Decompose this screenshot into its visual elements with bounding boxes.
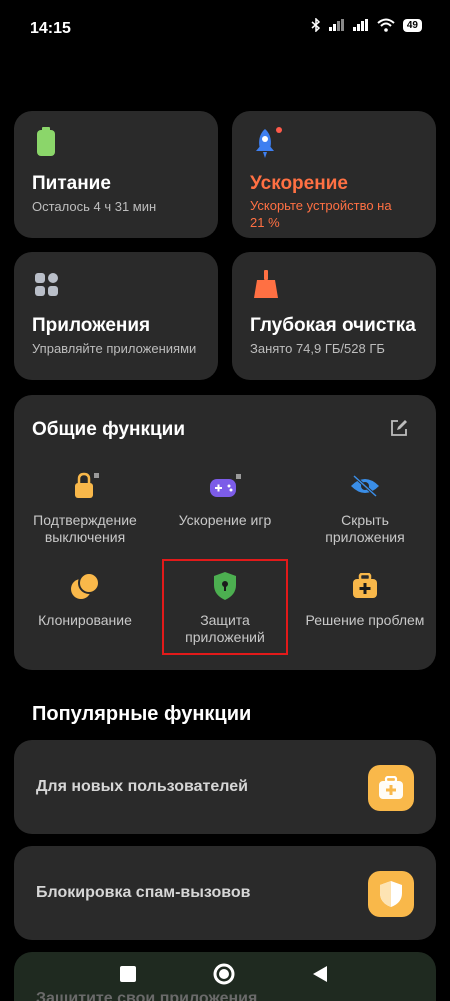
feature-game-boost[interactable]: Ускорение игр xyxy=(155,466,295,529)
signal-icon-2 xyxy=(352,19,368,31)
broom-icon xyxy=(254,270,278,298)
feature-label-line1: Ускорение игр xyxy=(178,512,272,528)
apps-card[interactable]: Приложения Управляйте приложениями xyxy=(14,252,218,380)
wifi-icon xyxy=(377,18,395,32)
deep-clean-card[interactable]: Глубокая очистка Занято 74,9 ГБ/528 ГБ xyxy=(232,252,436,380)
battery-icon xyxy=(37,127,55,156)
status-time: 14:15 xyxy=(30,20,71,37)
medkit-icon xyxy=(353,573,377,598)
signal-icon xyxy=(328,19,344,31)
popular-functions-title: Популярные функции xyxy=(32,703,252,725)
power-title: Питание xyxy=(32,173,111,194)
power-subtitle: Осталось 4 ч 31 мин xyxy=(32,199,157,214)
gamepad-icon xyxy=(210,474,241,497)
eye-hidden-icon xyxy=(351,474,379,498)
feature-label-line1: Скрыть xyxy=(341,512,389,528)
shield-icon xyxy=(368,871,414,917)
deep-clean-title: Глубокая очистка xyxy=(250,315,416,336)
edit-icon[interactable] xyxy=(390,419,408,437)
apps-title: Приложения xyxy=(32,315,151,336)
rocket-icon xyxy=(256,127,282,158)
highlight-box xyxy=(162,559,288,655)
feature-shutdown-confirm[interactable]: Подтверждение выключения xyxy=(15,466,155,546)
clone-coins-icon xyxy=(71,572,100,599)
bluetooth-icon xyxy=(311,18,320,32)
feature-hide-apps[interactable]: Скрыть приложения xyxy=(295,466,435,546)
boost-title: Ускорение xyxy=(250,173,348,194)
popular-label: Для новых пользователей xyxy=(36,778,248,795)
popular-spam-block[interactable]: Блокировка спам-вызовов xyxy=(14,846,436,940)
lock-icon xyxy=(75,472,99,498)
battery-indicator: 49 xyxy=(402,18,422,32)
feature-troubleshoot[interactable]: Решение проблем xyxy=(295,566,435,629)
medkit-icon xyxy=(368,765,414,811)
feature-label-line2: выключения xyxy=(44,529,126,545)
boost-subtitle-line1: Ускорьте устройство на xyxy=(250,198,392,213)
feature-clone[interactable]: Клонирование xyxy=(15,566,155,629)
status-bar: 14:15 49 xyxy=(0,0,450,56)
apps-grid-icon xyxy=(35,273,58,296)
status-icons: 49 xyxy=(311,18,422,32)
power-card[interactable]: Питание Осталось 4 ч 31 мин xyxy=(14,111,218,238)
feature-label-line1: Подтверждение xyxy=(33,512,137,528)
boost-card[interactable]: Ускорение Ускорьте устройство на 21 % xyxy=(232,111,436,238)
back-icon[interactable] xyxy=(312,965,328,983)
feature-label-line1: Решение проблем xyxy=(305,612,425,628)
recents-icon[interactable] xyxy=(120,966,136,982)
deep-clean-subtitle: Занято 74,9 ГБ/528 ГБ xyxy=(250,341,385,356)
home-icon[interactable] xyxy=(213,963,235,985)
popular-new-users[interactable]: Для новых пользователей xyxy=(14,740,436,834)
feature-label-line2: приложения xyxy=(325,529,405,545)
general-functions-title: Общие функции xyxy=(32,419,186,440)
boost-subtitle-line2: 21 % xyxy=(250,215,280,230)
apps-subtitle: Управляйте приложениями xyxy=(32,341,197,356)
popular-label: Блокировка спам-вызовов xyxy=(36,884,251,901)
navigation-bar xyxy=(0,946,450,1001)
feature-label-line1: Клонирование xyxy=(38,612,132,628)
